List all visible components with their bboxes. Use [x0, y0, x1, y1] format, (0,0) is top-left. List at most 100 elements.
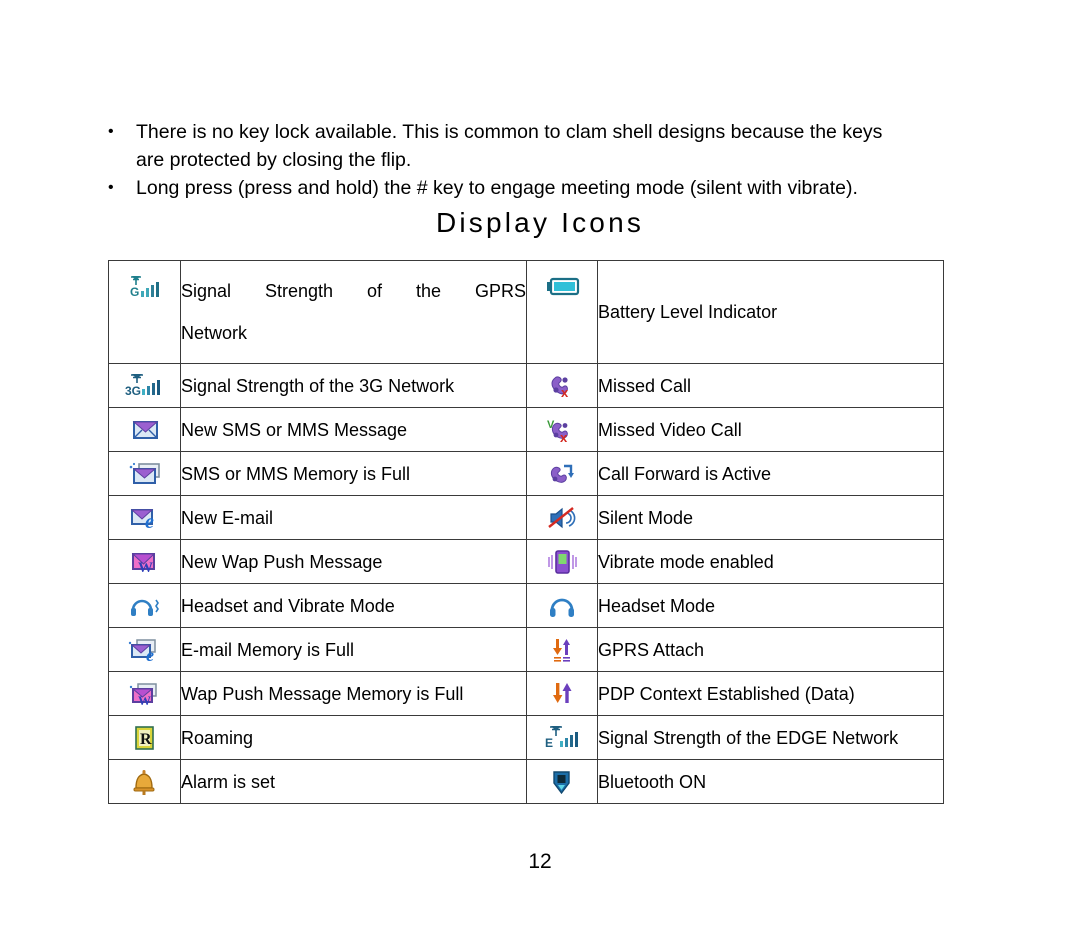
- bullet-list: • There is no key lock available. This i…: [108, 118, 948, 202]
- vibrate-mode-icon: [539, 546, 585, 578]
- icon-cell-new-sms: [108, 407, 181, 452]
- new-wap-push-icon: W: [122, 546, 168, 578]
- icon-cell-missed-call: x: [526, 363, 598, 408]
- edge-signal-icon: E: [539, 722, 585, 754]
- bullet-text: Long press (press and hold) the # key to…: [136, 174, 948, 202]
- icon-cell-vibrate-mode: [526, 539, 598, 584]
- table-row: Alarm is set Bluetooth ON: [108, 759, 944, 804]
- bullet-marker-icon: •: [108, 123, 114, 140]
- icon-cell-3g-signal: 3G: [108, 363, 181, 408]
- icon-cell-headset: [526, 583, 598, 628]
- call-forward-icon: [539, 458, 585, 490]
- headset-icon: [539, 590, 585, 622]
- icon-cell-alarm: [108, 759, 181, 804]
- icon-cell-headset-vibrate: [108, 583, 181, 628]
- svg-text:e: e: [145, 511, 154, 533]
- table-row: W New Wap Push Message Vibrate mode enab…: [108, 539, 944, 584]
- bullet-line-2: are protected by closing the flip.: [136, 149, 412, 171]
- headset-vibrate-icon: [122, 590, 168, 622]
- label-cell-alarm: Alarm is set: [180, 759, 527, 804]
- table-row: SMS or MMS Memory is Full Call Forward i…: [108, 451, 944, 496]
- bullet-text: There is no key lock available. This is …: [136, 118, 948, 174]
- icon-cell-roaming: R: [108, 715, 181, 760]
- table-row: e New E-mail Silent Mode: [108, 495, 944, 540]
- label-cell-missed-call: Missed Call: [597, 363, 944, 408]
- icon-cell-call-forward: [526, 451, 598, 496]
- gprs-signal-icon: G: [122, 273, 168, 305]
- new-sms-icon: [122, 414, 168, 446]
- icon-cell-missed-video-call: V x: [526, 407, 598, 452]
- table-row: New SMS or MMS Message V x Missed Video …: [108, 407, 944, 452]
- table-row: Headset and Vibrate Mode Headset Mode: [108, 583, 944, 628]
- label-line-2: Network: [181, 323, 248, 343]
- icon-cell-new-wap-push: W: [108, 539, 181, 584]
- bullet-marker-icon: •: [108, 179, 114, 196]
- table-row: 3G Signal Strength of the 3G Network x M…: [108, 363, 944, 408]
- label-cell-battery: Battery Level Indicator: [597, 260, 944, 364]
- icon-cell-gprs-attach: [526, 627, 598, 672]
- new-email-icon: e: [122, 502, 168, 534]
- label-cell-silent-mode: Silent Mode: [597, 495, 944, 540]
- label-cell-sms-memory-full: SMS or MMS Memory is Full: [180, 451, 527, 496]
- wap-memory-full-icon: W: [122, 678, 168, 710]
- battery-icon: [539, 273, 585, 305]
- label-cell-roaming: Roaming: [180, 715, 527, 760]
- roaming-icon: R: [122, 722, 168, 754]
- label-cell-vibrate-mode: Vibrate mode enabled: [597, 539, 944, 584]
- label-cell-3g-signal: Signal Strength of the 3G Network: [180, 363, 527, 408]
- label-cell-call-forward: Call Forward is Active: [597, 451, 944, 496]
- bullet-item: • Long press (press and hold) the # key …: [108, 174, 948, 202]
- manual-page: • There is no key lock available. This i…: [0, 0, 1080, 927]
- email-memory-full-icon: e: [122, 634, 168, 666]
- icon-cell-pdp-context: [526, 671, 598, 716]
- display-icons-table: G Signal Strength of the GPRS Network Ba…: [108, 260, 944, 804]
- bluetooth-icon: [539, 766, 585, 798]
- label-cell-headset-vibrate: Headset and Vibrate Mode: [180, 583, 527, 628]
- svg-text:e: e: [146, 645, 154, 665]
- svg-text:E: E: [545, 736, 553, 750]
- table-row: G Signal Strength of the GPRS Network Ba…: [108, 260, 944, 364]
- label-cell-new-wap-push: New Wap Push Message: [180, 539, 527, 584]
- table-row: W Wap Push Message Memory is Full PDP Co…: [108, 671, 944, 716]
- svg-text:x: x: [560, 430, 568, 445]
- label-cell-wap-memory-full: Wap Push Message Memory is Full: [180, 671, 527, 716]
- icon-cell-new-email: e: [108, 495, 181, 540]
- label-cell-missed-video-call: Missed Video Call: [597, 407, 944, 452]
- svg-text:W: W: [138, 560, 153, 576]
- label-cell-new-email: New E-mail: [180, 495, 527, 540]
- page-number: 12: [528, 850, 552, 873]
- icon-cell-gprs-signal: G: [108, 260, 181, 364]
- icon-cell-silent-mode: [526, 495, 598, 540]
- icon-cell-email-memory-full: e: [108, 627, 181, 672]
- table-row: R Roaming E Signal Strength of the EDGE …: [108, 715, 944, 760]
- icon-cell-battery: [526, 260, 598, 364]
- label-cell-pdp-context: PDP Context Established (Data): [597, 671, 944, 716]
- missed-video-call-icon: V x: [539, 414, 585, 446]
- svg-text:x: x: [561, 385, 569, 400]
- missed-call-icon: x: [539, 370, 585, 402]
- icon-cell-sms-memory-full: [108, 451, 181, 496]
- label-cell-gprs-signal: Signal Strength of the GPRS Network: [180, 260, 527, 364]
- pdp-context-icon: [539, 678, 585, 710]
- svg-text:W: W: [138, 693, 151, 708]
- label-cell-edge-signal: Signal Strength of the EDGE Network: [597, 715, 944, 760]
- label-cell-headset: Headset Mode: [597, 583, 944, 628]
- label-cell-email-memory-full: E-mail Memory is Full: [180, 627, 527, 672]
- silent-mode-icon: [539, 502, 585, 534]
- svg-text:G: G: [130, 285, 139, 299]
- 3g-signal-icon: 3G: [122, 370, 168, 402]
- label-cell-new-sms: New SMS or MMS Message: [180, 407, 527, 452]
- svg-text:3G: 3G: [125, 384, 141, 398]
- icon-cell-edge-signal: E: [526, 715, 598, 760]
- label-line-1: Signal Strength of the GPRS: [181, 281, 526, 301]
- icon-cell-wap-memory-full: W: [108, 671, 181, 716]
- gprs-attach-icon: [539, 634, 585, 666]
- icon-cell-bluetooth: [526, 759, 598, 804]
- bullet-line-1: There is no key lock available. This is …: [136, 121, 883, 143]
- table-row: e E-mail Memory is Full GPRS Attach: [108, 627, 944, 672]
- label-cell-gprs-attach: GPRS Attach: [597, 627, 944, 672]
- bullet-item: • There is no key lock available. This i…: [108, 118, 948, 174]
- sms-memory-full-icon: [122, 458, 168, 490]
- alarm-icon: [122, 766, 168, 798]
- bullet-line-1: Long press (press and hold) the # key to…: [136, 177, 858, 199]
